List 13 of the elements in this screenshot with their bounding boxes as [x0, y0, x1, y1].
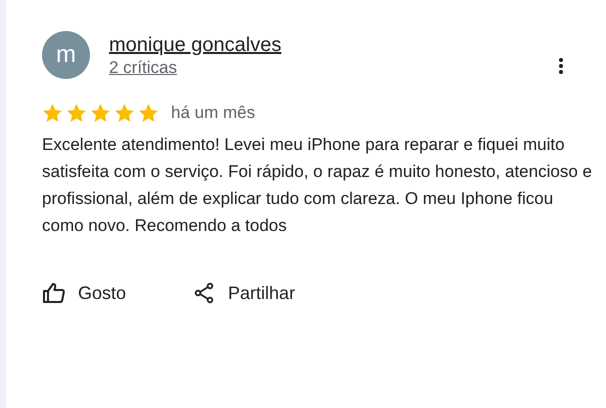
- more-options-icon[interactable]: [558, 57, 564, 75]
- review-date: há um mês: [171, 103, 256, 123]
- share-button[interactable]: Partilhar: [174, 277, 314, 309]
- star-icon: [114, 103, 135, 123]
- star-icon: [66, 103, 87, 123]
- reviews-count-link[interactable]: 2 críticas: [109, 57, 282, 79]
- thumbs-up-icon: [42, 281, 66, 305]
- like-button[interactable]: Gosto: [24, 277, 144, 309]
- author-link[interactable]: monique goncalves: [109, 33, 282, 57]
- star-icon: [90, 103, 111, 123]
- star-icon: [42, 103, 63, 123]
- review-text: Excelente atendimento! Levei meu iPhone para reparar e fiquei muito satisfeita com o serviço. Foi rápido, o rapaz é muito honesto, atencioso e profissional, além de explicar tudo com clareza. O meu Iphone ficou como novo. Recomendo a todos: [42, 134, 593, 237]
- star-icon: [138, 103, 159, 123]
